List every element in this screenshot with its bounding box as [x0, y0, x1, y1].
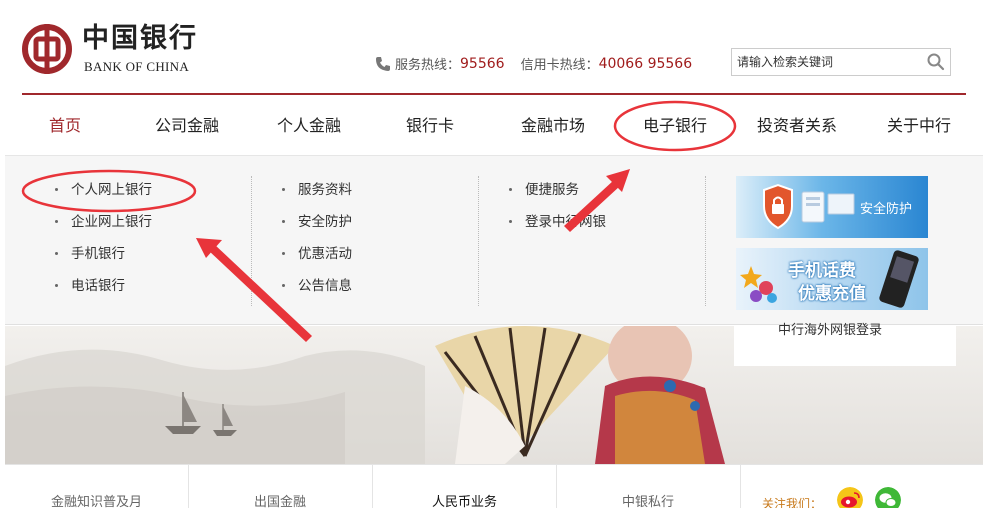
search-box	[731, 48, 951, 76]
promo-phone-line2: 优惠充值	[798, 284, 866, 304]
dropdown-column-1: 个人网上银行 企业网上银行 手机银行 电话银行	[55, 174, 152, 302]
overseas-login-link[interactable]: 中行海外网银登录	[778, 319, 882, 338]
weibo-icon[interactable]	[837, 487, 863, 508]
card-hotline-number: 40066 95566	[598, 55, 693, 72]
dropdown-divider	[705, 176, 706, 306]
promo-phone-recharge-banner[interactable]: 手机话费 优惠充值	[736, 248, 928, 310]
menu-item-service-materials[interactable]: 服务资料	[282, 174, 352, 206]
logo-name-en: BANK OF CHINA	[84, 59, 190, 74]
nav-item-personal-banking[interactable]: 个人金融	[277, 97, 341, 155]
nav-item-e-banking[interactable]: 电子银行	[643, 97, 707, 155]
bottom-feature-bar: 金融知识普及月 出国金融 人民币业务 中银私行 关注我们：	[5, 464, 983, 508]
bottom-divider	[740, 465, 741, 508]
menu-item-corporate-online-banking[interactable]: 企业网上银行	[55, 206, 152, 238]
menu-item-mobile-banking[interactable]: 手机银行	[55, 238, 152, 270]
service-hotline-number: 95566	[460, 55, 505, 72]
card-hotline-label: 信用卡热线：	[520, 58, 599, 73]
menu-item-personal-online-banking[interactable]: 个人网上银行	[55, 174, 152, 206]
search-icon[interactable]	[926, 52, 946, 72]
menu-item-promotions[interactable]: 优惠活动	[282, 238, 352, 270]
menu-item-phone-banking[interactable]: 电话银行	[55, 270, 152, 302]
dropdown-column-3: 便捷服务 登录中行网银	[509, 174, 606, 238]
menu-item-login-online-banking[interactable]: 登录中行网银	[509, 206, 606, 238]
dropdown-column-2: 服务资料 安全防护 优惠活动 公告信息	[282, 174, 352, 302]
menu-item-announcements[interactable]: 公告信息	[282, 270, 352, 302]
bottom-divider	[188, 465, 189, 508]
bottom-tab-financial-literacy[interactable]: 金融知识普及月	[51, 491, 142, 508]
main-nav: 首页 公司金融 个人金融 银行卡 金融市场 电子银行 投资者关系 关于中行	[0, 97, 983, 155]
follow-us-label: 关注我们：	[762, 497, 823, 508]
nav-item-bank-card[interactable]: 银行卡	[406, 97, 454, 155]
nav-item-corporate-banking[interactable]: 公司金融	[155, 97, 219, 155]
search-input[interactable]	[732, 49, 922, 75]
nav-item-financial-markets[interactable]: 金融市场	[521, 97, 585, 155]
header-divider	[22, 93, 966, 95]
bottom-divider	[372, 465, 373, 508]
menu-item-security-protection[interactable]: 安全防护	[282, 206, 352, 238]
nav-item-about-boc[interactable]: 关于中行	[887, 97, 951, 155]
e-banking-dropdown: 个人网上银行 企业网上银行 手机银行 电话银行 服务资料 安全防护 优惠活动 公…	[5, 155, 983, 325]
nav-item-home[interactable]: 首页	[49, 97, 81, 155]
promo-security-label: 安全防护	[860, 202, 913, 217]
dropdown-divider	[251, 176, 252, 306]
dropdown-divider	[478, 176, 479, 306]
site-header: 中国银行 BANK OF CHINA 服务热线： 95566 信用卡热线： 40…	[0, 0, 983, 95]
bottom-tab-rmb-business[interactable]: 人民币业务	[432, 491, 497, 508]
overseas-login-panel[interactable]: 中行海外网银登录	[734, 323, 956, 366]
service-hotline-label: 服务热线：	[395, 58, 461, 73]
nav-item-investor-relations[interactable]: 投资者关系	[757, 97, 837, 155]
bottom-tab-boc-private-banking[interactable]: 中银私行	[622, 491, 674, 508]
bank-of-china-logo-icon	[22, 24, 72, 74]
bottom-tab-overseas-finance[interactable]: 出国金融	[254, 491, 306, 508]
phone-icon	[376, 56, 390, 71]
bottom-divider	[556, 465, 557, 508]
promo-phone-line1: 手机话费	[788, 261, 856, 281]
menu-item-convenient-services[interactable]: 便捷服务	[509, 174, 606, 206]
promo-security-banner[interactable]: 安全防护	[736, 176, 928, 238]
wechat-icon[interactable]	[875, 487, 901, 508]
bank-logo[interactable]: 中国银行 BANK OF CHINA	[22, 22, 202, 76]
logo-name-cn: 中国银行	[82, 23, 198, 54]
hotlines: 服务热线： 95566 信用卡热线： 40066 95566	[375, 54, 692, 73]
